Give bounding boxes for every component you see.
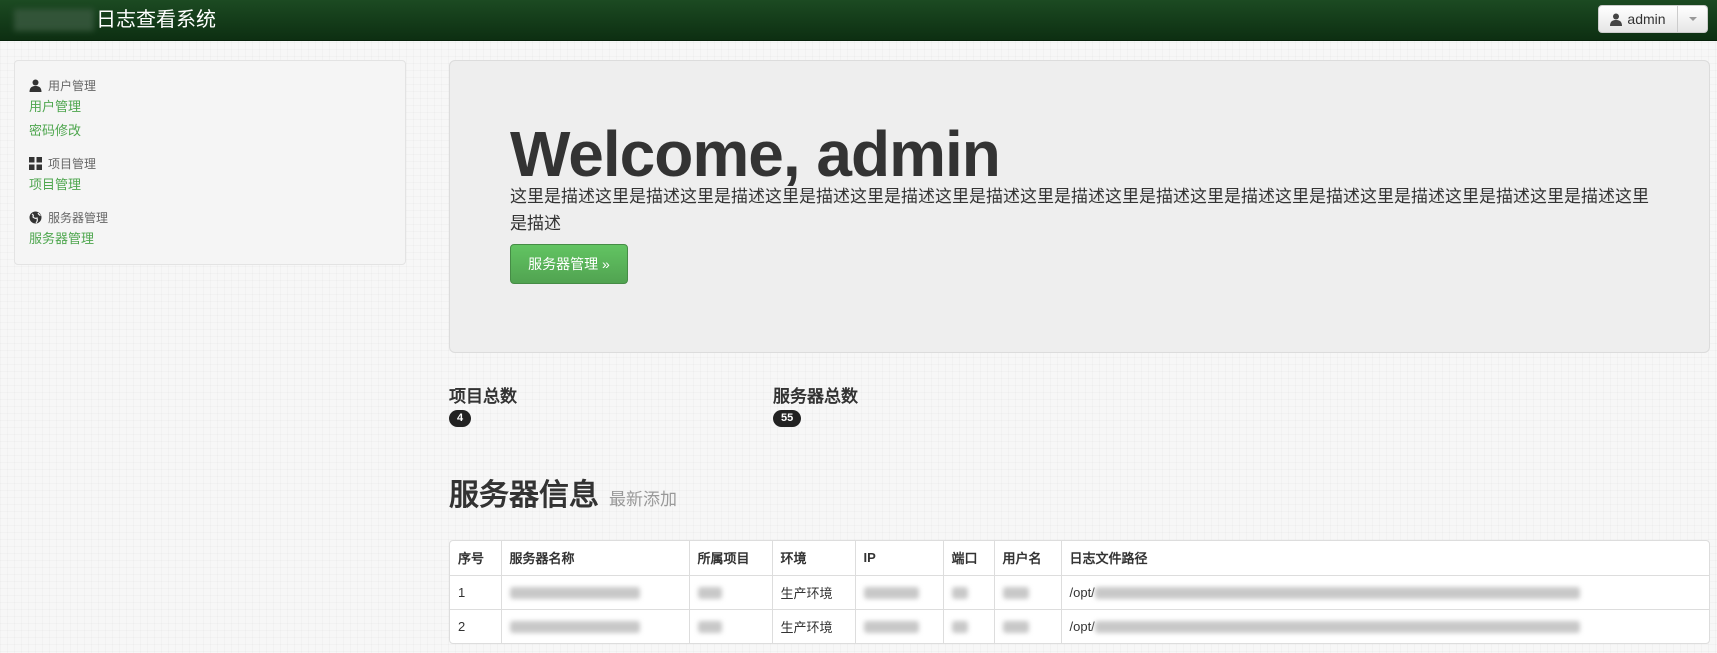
hero-description: 这里是描述这里是描述这里是描述这里是描述这里是描述这里是描述这里是描述这里是描述… xyxy=(510,187,1649,233)
user-menu: admin xyxy=(1598,5,1708,33)
col-port: 端口 xyxy=(942,541,994,575)
server-management-button[interactable]: 服务器管理 » xyxy=(510,244,628,284)
sidebar-item-server-management[interactable]: 服务器管理 xyxy=(29,227,391,251)
user-dropdown-toggle[interactable] xyxy=(1678,5,1708,33)
grid-icon xyxy=(29,156,42,170)
sidebar: 用户管理 用户管理 密码修改 项目管理 项目管理 服务器管理 服务器管理 xyxy=(14,60,406,265)
col-index: 序号 xyxy=(458,551,485,567)
col-username: 用户名 xyxy=(993,541,1061,575)
cell-log-path: /opt/ xyxy=(1060,574,1709,609)
col-log-path: 日志文件路径 xyxy=(1060,541,1709,575)
table-row[interactable]: 1 生产环境 /opt/ xyxy=(450,574,1709,609)
user-icon xyxy=(29,79,42,92)
welcome-heading: Welcome, admin xyxy=(510,118,1001,190)
app-title[interactable]: 日志查看系统 xyxy=(96,7,216,33)
cell-index: 1 xyxy=(450,574,501,609)
hero-unit: Welcome, admin 这里是描述这里是描述这里是描述这里是描述这里是描述… xyxy=(449,60,1710,353)
cell-port-redacted xyxy=(942,608,994,643)
col-project: 所属项目 xyxy=(688,541,772,575)
cell-ip-redacted xyxy=(854,608,943,643)
sidebar-item-project-management[interactable]: 项目管理 xyxy=(29,173,391,197)
cell-project-redacted xyxy=(688,574,772,609)
cell-env: 生产环境 xyxy=(771,608,855,643)
table-header-row: 序号 服务器名称 所属项目 环境 IP 端口 用户名 日志文件路径 xyxy=(450,541,1709,575)
cell-log-path: /opt/ xyxy=(1060,608,1709,643)
top-navbar: 日志查看系统 admin xyxy=(0,0,1717,41)
cell-server-name-redacted xyxy=(500,574,689,609)
user-button[interactable]: admin xyxy=(1598,5,1678,33)
section-title: 服务器信息 xyxy=(449,479,599,512)
sidebar-header-servers: 服务器管理 xyxy=(29,207,391,227)
user-name: admin xyxy=(1627,11,1666,27)
globe-icon xyxy=(29,211,42,223)
section-subtitle: 最新添加 xyxy=(609,490,677,509)
server-info-heading: 服务器信息 最新添加 xyxy=(449,470,677,514)
cell-username-redacted xyxy=(993,608,1061,643)
col-server-name: 服务器名称 xyxy=(500,541,689,575)
project-count-stat: 项目总数 4 xyxy=(449,386,517,427)
cell-server-name-redacted xyxy=(500,608,689,643)
cell-ip-redacted xyxy=(854,574,943,609)
col-ip: IP xyxy=(854,541,943,575)
cell-username-redacted xyxy=(993,574,1061,609)
sidebar-header-projects: 项目管理 xyxy=(29,153,391,173)
col-env: 环境 xyxy=(771,541,855,575)
server-table: 序号 服务器名称 所属项目 环境 IP 端口 用户名 日志文件路径 1 生产环境… xyxy=(449,540,1710,644)
brand-logo-redacted xyxy=(14,9,94,31)
cell-env: 生产环境 xyxy=(771,574,855,609)
user-icon xyxy=(1610,13,1623,26)
caret-down-icon xyxy=(1688,17,1697,21)
cell-port-redacted xyxy=(942,574,994,609)
project-count-label: 项目总数 xyxy=(449,387,517,406)
sidebar-item-password-change[interactable]: 密码修改 xyxy=(29,119,391,143)
cell-project-redacted xyxy=(688,608,772,643)
server-count-stat: 服务器总数 55 xyxy=(773,386,858,427)
project-count-badge: 4 xyxy=(449,410,472,427)
sidebar-item-user-management[interactable]: 用户管理 xyxy=(29,95,391,119)
server-count-badge: 55 xyxy=(773,410,802,427)
server-count-label: 服务器总数 xyxy=(773,387,858,406)
cell-index: 2 xyxy=(450,608,501,643)
table-row[interactable]: 2 生产环境 /opt/ xyxy=(450,608,1709,643)
sidebar-header-users: 用户管理 xyxy=(29,75,391,95)
